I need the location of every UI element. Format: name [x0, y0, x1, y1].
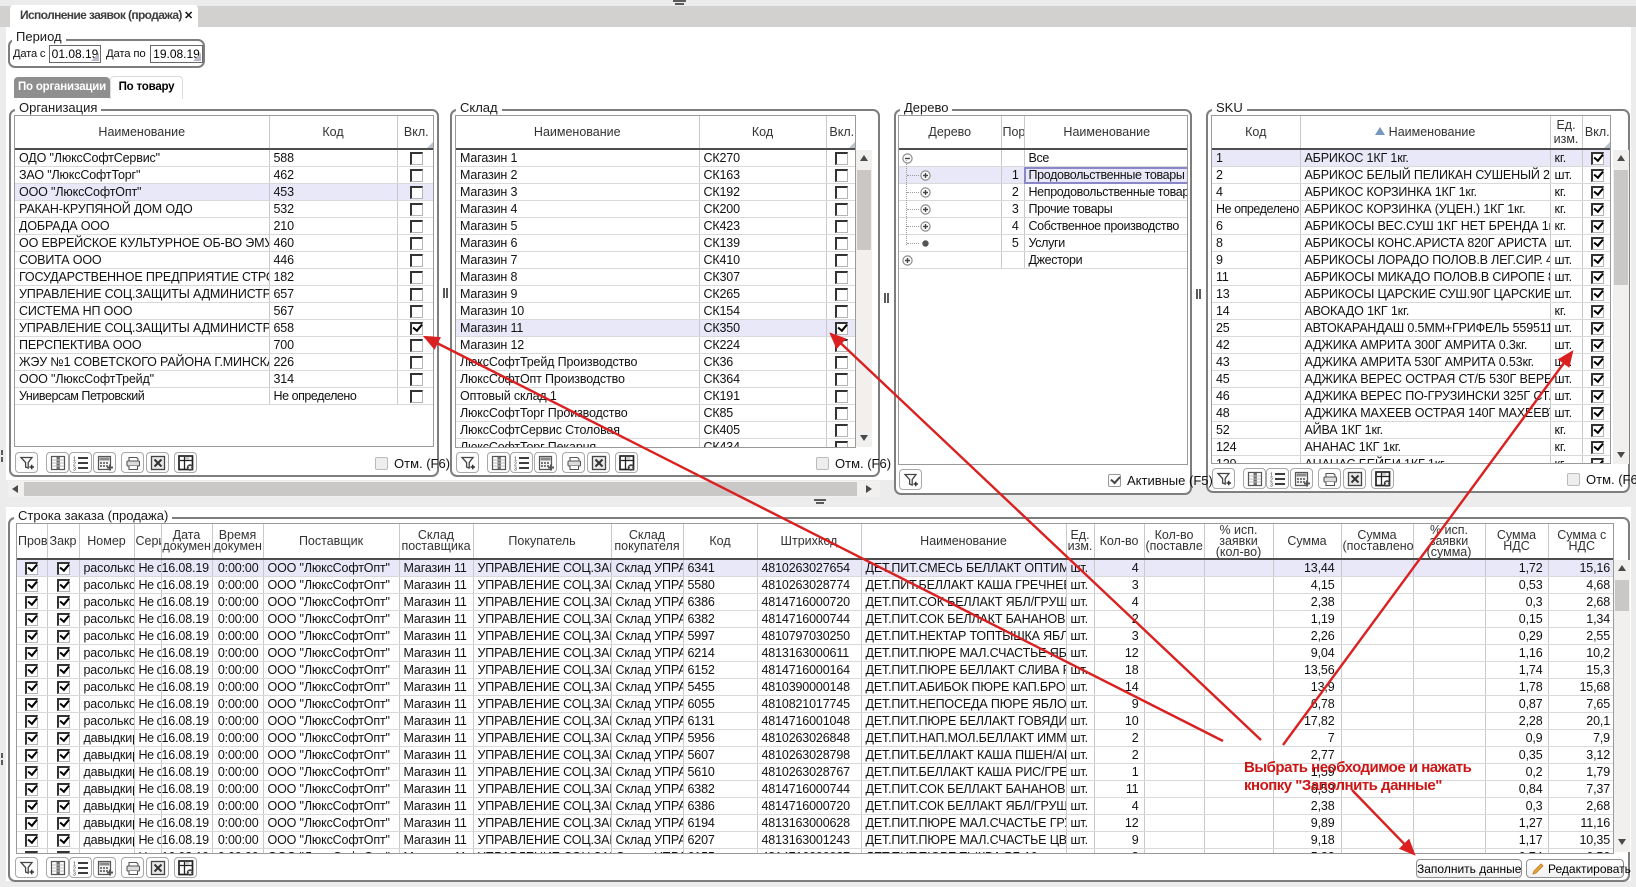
svg-text:Выбрать необходимое и нажать: Выбрать необходимое и нажать: [1244, 759, 1472, 776]
svg-text:кнопку "Заполнить данные": кнопку "Заполнить данные": [1244, 777, 1442, 794]
